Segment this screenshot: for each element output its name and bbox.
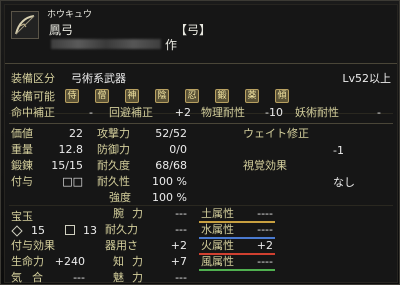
enchant-value: --- xyxy=(175,207,187,220)
square-gem-icon xyxy=(65,225,75,235)
stat-label: 耐久性 xyxy=(97,175,130,188)
class-chip-7: 傾 xyxy=(275,89,289,103)
equip-class-label: 装備区分 xyxy=(11,72,55,85)
enchant-value: --- xyxy=(175,271,187,284)
enchant-label: 気合 xyxy=(11,271,53,284)
stat-label: 強度 xyxy=(109,191,131,204)
class-chip-2: 神 xyxy=(125,89,139,103)
gem-label: 宝玉 xyxy=(11,210,33,223)
enchant-label: 魅力 xyxy=(113,271,151,284)
element-color-bar xyxy=(199,269,275,271)
bonus-value: - xyxy=(377,106,381,119)
stat-value: 22 xyxy=(69,127,83,140)
item-name: 鳳弓 xyxy=(49,23,74,37)
level-requirement: Lv52以上 xyxy=(342,72,391,85)
bow-item-icon xyxy=(11,11,39,39)
element-value: +2 xyxy=(256,239,273,252)
stat-value: 0/0 xyxy=(169,143,187,156)
item-furigana: ホウキュウ xyxy=(47,10,93,20)
enchant-label: 耐久力 xyxy=(105,223,138,236)
enchant-label: 知力 xyxy=(113,255,151,268)
class-chip-0: 侍 xyxy=(65,89,79,103)
stat-label: 耐久度 xyxy=(97,159,130,172)
element-label: 水属性 xyxy=(201,223,234,236)
element-label: 土属性 xyxy=(201,207,234,220)
stat-value: □□ xyxy=(62,175,83,188)
class-chip-6: 薬 xyxy=(245,89,259,103)
class-chip-3: 陰 xyxy=(155,89,169,103)
item-category-tag: 【弓】 xyxy=(175,23,212,37)
class-chip-4: 忍 xyxy=(185,89,199,103)
stat-label: 防御力 xyxy=(97,143,130,156)
bonus-value: - xyxy=(89,106,93,119)
enchant-value: --- xyxy=(175,223,187,236)
stat-label: 重量 xyxy=(11,143,33,156)
stat-value: 100 % xyxy=(152,175,187,188)
stat-label: 価値 xyxy=(11,127,33,140)
weight-modifier-label: ウェイト修正 xyxy=(243,127,309,140)
divider xyxy=(9,205,393,206)
stat-label: 付与 xyxy=(11,175,33,188)
visual-effect-value: なし xyxy=(333,176,355,189)
stat-value: 68/68 xyxy=(155,159,187,172)
class-chip-5: 鍛 xyxy=(215,89,229,103)
enchant-value: --- xyxy=(73,271,85,284)
stat-value: 15/15 xyxy=(51,159,83,172)
bonus-value: +2 xyxy=(174,106,191,119)
divider xyxy=(5,63,397,64)
stat-label: 鍛錬 xyxy=(11,159,33,172)
stat-value: 100 % xyxy=(152,191,187,204)
bonus-label: 妖術耐性 xyxy=(295,106,339,119)
item-tooltip-window: ホウキュウ 鳳弓 【弓】 作 装備区分 弓術系武器 Lv52以上 装備可能 侍 僧… xyxy=(0,0,400,285)
diamond-gem-count: 15 xyxy=(31,224,45,237)
element-label: 火属性 xyxy=(201,239,234,252)
element-value: ---- xyxy=(257,207,273,220)
equip-class-value: 弓術系武器 xyxy=(71,72,126,85)
class-chip-1: 僧 xyxy=(95,89,109,103)
tooltip-body: ホウキュウ 鳳弓 【弓】 作 装備区分 弓術系武器 Lv52以上 装備可能 侍 僧… xyxy=(4,4,398,283)
divider xyxy=(9,123,393,124)
maker-suffix: 作 xyxy=(165,38,178,52)
weight-modifier-value: -1 xyxy=(333,144,344,157)
element-value: ---- xyxy=(257,223,273,236)
bonus-value: -10 xyxy=(265,106,283,119)
diamond-gem-icon xyxy=(11,225,23,237)
enchant-effects-label: 付与効果 xyxy=(11,239,55,252)
equip-ok-label: 装備可能 xyxy=(11,90,55,103)
bonus-label: 命中補正 xyxy=(11,106,55,119)
bonus-label: 物理耐性 xyxy=(201,106,245,119)
enchant-label: 器用さ xyxy=(105,239,138,252)
visual-effect-label: 視覚効果 xyxy=(243,159,287,172)
element-label: 風属性 xyxy=(201,255,234,268)
element-value: ---- xyxy=(257,255,273,268)
square-gem-count: 13 xyxy=(83,224,97,237)
enchant-value: +7 xyxy=(170,255,187,268)
bonus-label: 回避補正 xyxy=(109,106,153,119)
enchant-value: +2 xyxy=(170,239,187,252)
stat-label: 攻撃力 xyxy=(97,127,130,140)
maker-name-blurred xyxy=(51,39,161,49)
stat-value: 12.8 xyxy=(58,143,84,156)
stat-value: 52/52 xyxy=(155,127,187,140)
enchant-value: +240 xyxy=(54,255,85,268)
enchant-label: 腕力 xyxy=(113,207,151,220)
enchant-label: 生命力 xyxy=(11,255,44,268)
